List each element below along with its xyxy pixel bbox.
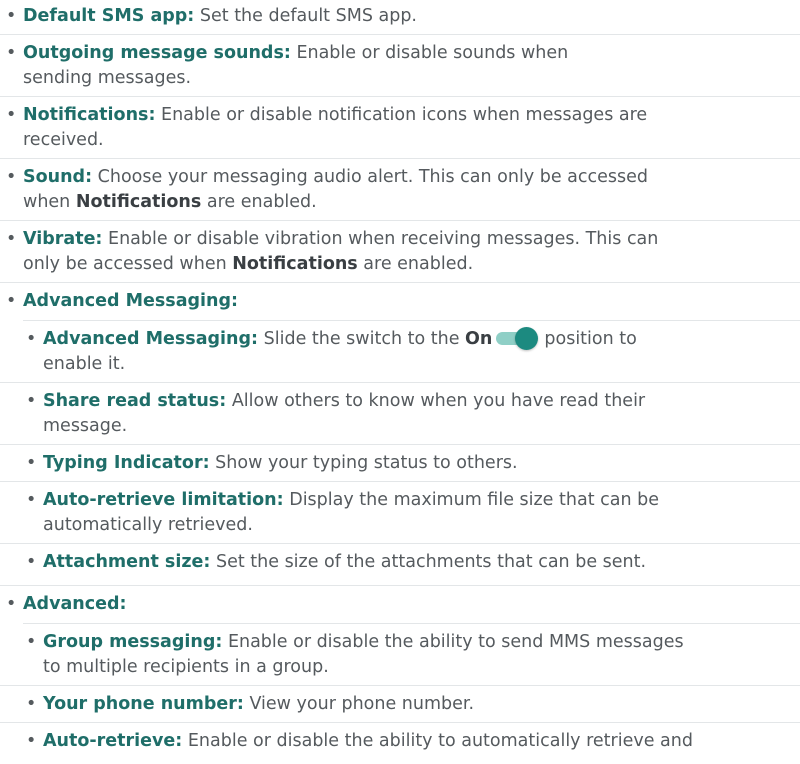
item-description: Enable or disable the ability to send MM… (227, 632, 684, 652)
item-description: Enable or disable vibration when receivi… (108, 229, 659, 249)
item-description-end: are enabled. (206, 192, 317, 212)
item-description-cont: received. (23, 130, 104, 150)
item-term: Sound: (23, 167, 93, 187)
item-description: View your phone number. (249, 694, 475, 714)
item-term: Notifications: (23, 105, 156, 125)
toggle-knob (515, 327, 539, 350)
item-description-end: are enabled. (363, 254, 474, 274)
group-heading: Advanced: (23, 594, 127, 614)
item-description: Choose your messaging audio alert. This … (97, 167, 649, 187)
group-advanced-messaging: Advanced Messaging: Advanced Messaging: … (0, 283, 800, 586)
item-description-cont: automatically retrieved. (43, 515, 253, 535)
item-description-end: enable it. (43, 354, 126, 374)
item-description: Show your typing status to others. (215, 453, 518, 473)
list-item-your-phone-number: Your phone number: View your phone numbe… (0, 686, 800, 723)
item-description: Set the size of the attachments that can… (215, 552, 647, 572)
item-description: Set the default SMS app. (199, 6, 417, 26)
list-item-typing-indicator: Typing Indicator: Show your typing statu… (0, 445, 800, 482)
list-item-notifications: Notifications: Enable or disable notific… (0, 97, 800, 159)
advanced-list: Group messaging: Enable or disable the a… (0, 623, 800, 759)
item-term: Vibrate: (23, 229, 103, 249)
list-item-share-read-status: Share read status: Allow others to know … (0, 383, 800, 445)
on-label: On (465, 329, 493, 349)
item-description: Enable or disable notification icons whe… (161, 105, 648, 125)
list-item-attachment-size: Attachment size: Set the size of the att… (0, 544, 800, 580)
group-advanced: Advanced: Group messaging: Enable or dis… (0, 586, 800, 764)
item-description: Slide the switch to the (263, 329, 460, 349)
item-term: Outgoing message sounds: (23, 43, 291, 63)
item-term: Group messaging: (43, 632, 223, 652)
group-heading: Advanced Messaging: (23, 291, 239, 311)
item-term: Your phone number: (43, 694, 244, 714)
item-description-cont: only be accessed when (23, 254, 227, 274)
item-term: Typing Indicator: (43, 453, 210, 473)
settings-document: Default SMS app: Set the default SMS app… (0, 0, 800, 764)
item-description: Display the maximum file size that can b… (289, 490, 659, 510)
item-description-cont: position to (544, 329, 637, 349)
item-description-cont: when (23, 192, 71, 212)
advanced-messaging-list: Advanced Messaging: Slide the switch to … (0, 320, 800, 580)
item-description: Allow others to know when you have read … (231, 391, 646, 411)
item-term: Auto-retrieve limitation: (43, 490, 284, 510)
item-term: Auto-retrieve: (43, 731, 183, 751)
list-item-auto-retrieve-limitation: Auto-retrieve limitation: Display the ma… (0, 482, 800, 544)
settings-list: Default SMS app: Set the default SMS app… (0, 0, 800, 764)
item-description: Enable or disable sounds when (296, 43, 569, 63)
item-term: Advanced Messaging: (43, 329, 259, 349)
list-item-vibrate: Vibrate: Enable or disable vibration whe… (0, 221, 800, 283)
list-item-default-sms-app: Default SMS app: Set the default SMS app… (0, 0, 800, 35)
list-item-sound: Sound: Choose your messaging audio alert… (0, 159, 800, 221)
toggle-switch-icon (496, 327, 539, 350)
item-description-cont: sending messages. (23, 68, 192, 88)
notifications-reference: Notifications (75, 192, 202, 212)
item-term: Attachment size: (43, 552, 211, 572)
item-term: Default SMS app: (23, 6, 195, 26)
list-item-advanced-messaging: Advanced Messaging: Slide the switch to … (0, 321, 800, 383)
item-description: Enable or disable the ability to automat… (187, 731, 693, 751)
item-description-cont: message. (43, 416, 128, 436)
list-item-outgoing-message-sounds: Outgoing message sounds: Enable or disab… (0, 35, 800, 97)
item-description-cont: to multiple recipients in a group. (43, 657, 329, 677)
notifications-reference: Notifications (232, 254, 358, 274)
list-item-auto-retrieve: Auto-retrieve: Enable or disable the abi… (0, 723, 800, 759)
list-item-group-messaging: Group messaging: Enable or disable the a… (0, 624, 800, 686)
item-term: Share read status: (43, 391, 227, 411)
